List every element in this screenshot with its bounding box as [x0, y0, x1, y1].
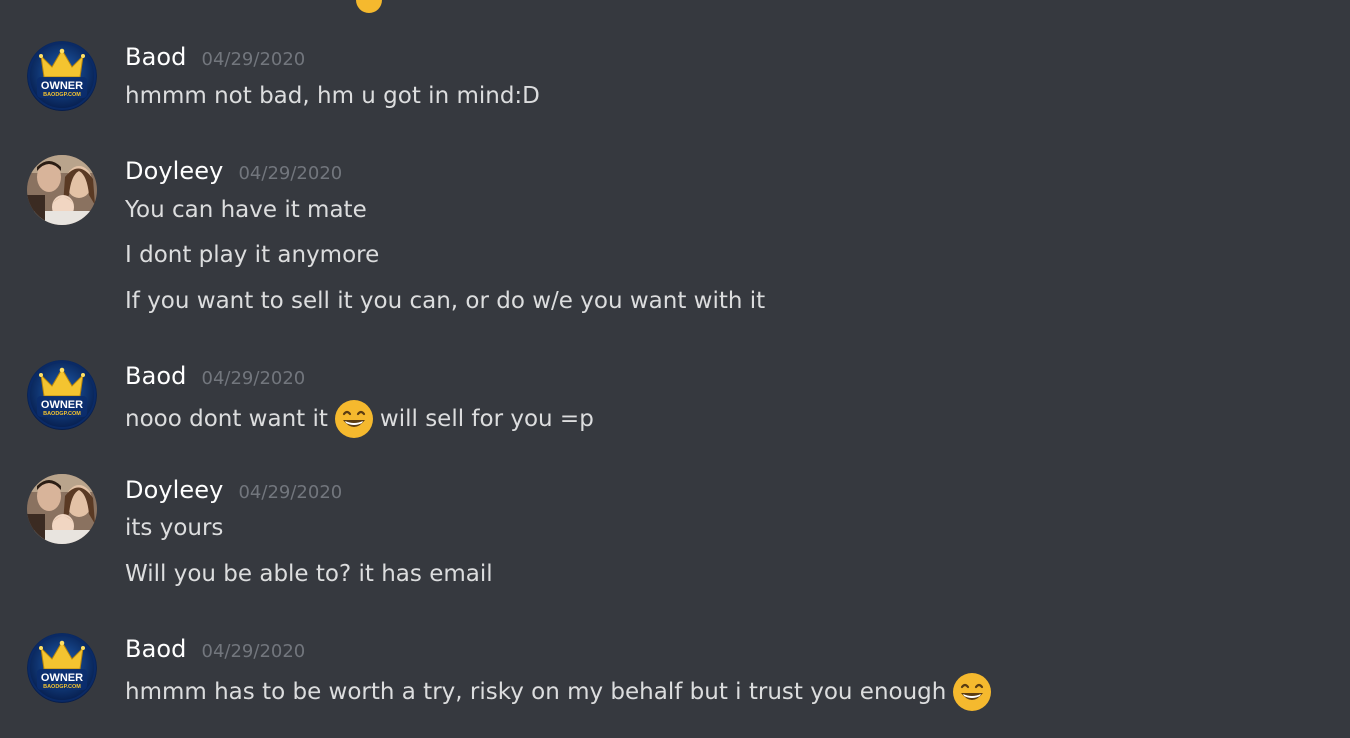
owner-crown-avatar-icon: OWNER BAODGP.COM: [27, 360, 97, 430]
message-text-segment: hmmm has to be worth a try, risky on my …: [125, 679, 947, 705]
owner-crown-avatar-icon: OWNER BAODGP.COM: [27, 633, 97, 703]
timestamp[interactable]: 04/29/2020: [238, 158, 342, 190]
message-text-segment: nooo dont want it: [125, 406, 328, 432]
avatar[interactable]: OWNER BAODGP.COM: [27, 360, 97, 430]
chat-message-list: OWNER BAODGP.COM Baod 04/29/2020 hmmm no…: [0, 0, 1350, 738]
avatar-label-site: BAODGP.COM: [43, 92, 81, 98]
message-text-segment: hmmm not bad, hm u got in mind:D: [125, 83, 540, 109]
message-text: Will you be able to? it has email: [125, 558, 493, 590]
message-header: Baod 04/29/2020: [125, 633, 305, 665]
avatar-label-owner: OWNER: [41, 80, 83, 92]
message-header: Baod 04/29/2020: [125, 41, 305, 73]
message-text-segment: If you want to sell it you can, or do w/…: [125, 288, 766, 314]
timestamp[interactable]: 04/29/2020: [202, 363, 306, 395]
message-text: its yours: [125, 512, 223, 544]
owner-crown-avatar-icon: OWNER BAODGP.COM: [27, 41, 97, 111]
avatar[interactable]: OWNER BAODGP.COM: [27, 41, 97, 111]
message-text-segment: Will you be able to? it has email: [125, 561, 493, 587]
avatar-label-site: BAODGP.COM: [43, 411, 81, 417]
message-text: If you want to sell it you can, or do w/…: [125, 285, 765, 317]
username[interactable]: Baod: [125, 633, 187, 665]
family-photo-avatar-icon: [27, 474, 97, 544]
message-text: I dont play it anymore: [125, 239, 379, 271]
avatar-label-owner: OWNER: [41, 399, 83, 411]
avatar[interactable]: [27, 155, 97, 225]
message-text-segment: will sell for you =p: [379, 406, 594, 432]
timestamp[interactable]: 04/29/2020: [202, 636, 306, 668]
grinning-emoji-icon: [334, 400, 373, 438]
avatar-label-owner: OWNER: [41, 672, 83, 684]
message-text: You can have it mate: [125, 194, 367, 226]
message-header: Baod 04/29/2020: [125, 360, 305, 392]
timestamp[interactable]: 04/29/2020: [202, 44, 306, 76]
family-photo-avatar-icon: [27, 155, 97, 225]
grinning-emoji-icon: [953, 673, 992, 711]
message-header: Doyleey 04/29/2020: [125, 474, 342, 506]
avatar[interactable]: OWNER BAODGP.COM: [27, 633, 97, 703]
message-text-segment: its yours: [125, 515, 224, 541]
message-header: Doyleey 04/29/2020: [125, 155, 342, 187]
message-text: hmmm has to be worth a try, risky on my …: [125, 672, 998, 712]
message-text-segment: I dont play it anymore: [125, 242, 380, 268]
message-text: nooo dont want it will sell for you =p: [125, 399, 594, 439]
timestamp[interactable]: 04/29/2020: [238, 477, 342, 509]
username[interactable]: Baod: [125, 41, 187, 73]
username[interactable]: Baod: [125, 360, 187, 392]
username[interactable]: Doyleey: [125, 155, 223, 187]
avatar[interactable]: [27, 474, 97, 544]
grinning-emoji-icon: [356, 0, 382, 13]
message-text-segment: You can have it mate: [125, 197, 367, 223]
username[interactable]: Doyleey: [125, 474, 223, 506]
avatar-label-site: BAODGP.COM: [43, 684, 81, 690]
message-text: hmmm not bad, hm u got in mind:D: [125, 80, 540, 112]
